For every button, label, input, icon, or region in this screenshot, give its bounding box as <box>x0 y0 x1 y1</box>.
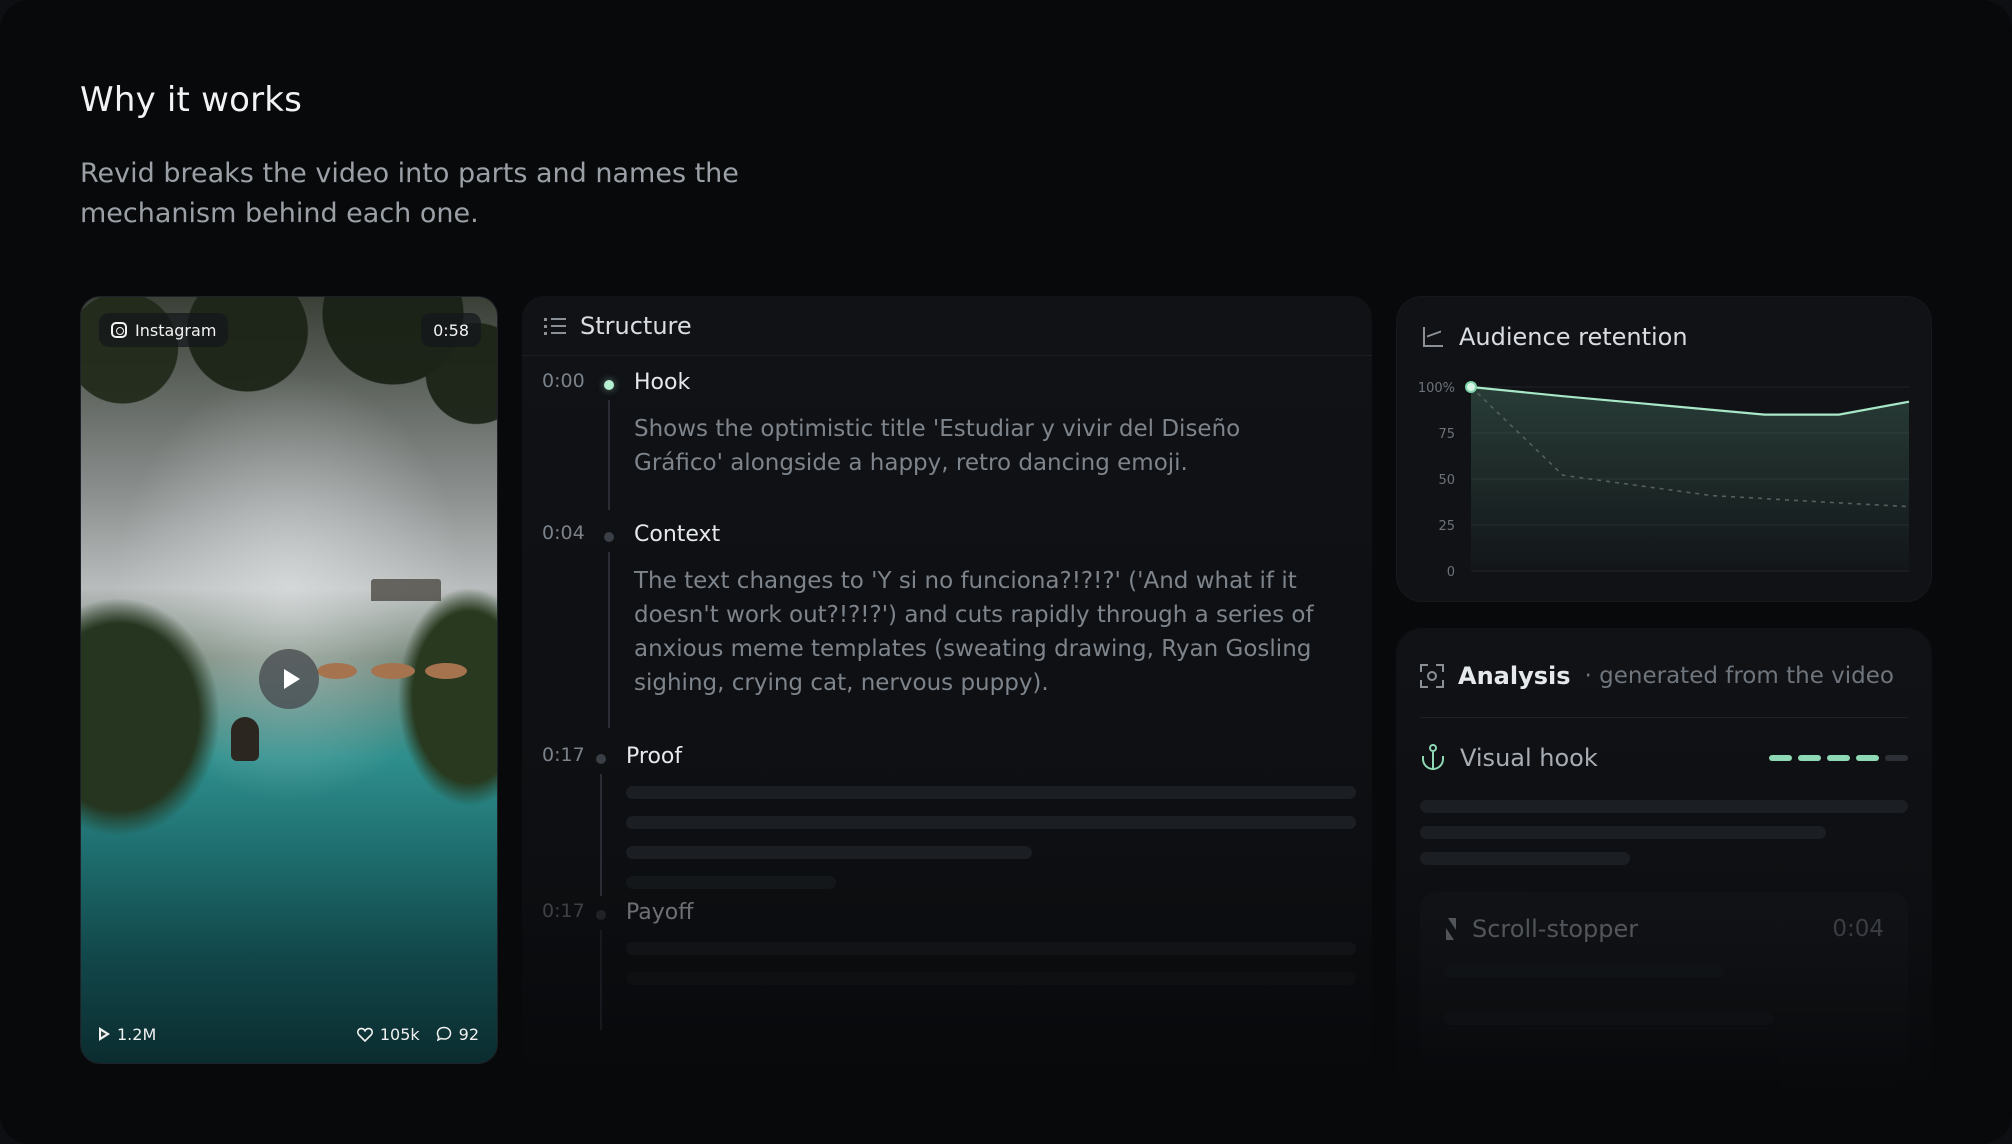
video-umbrella <box>425 663 467 679</box>
y-tick-label: 25 <box>1438 519 1455 534</box>
score-segment <box>1827 755 1850 761</box>
video-stats: 1.2M 105k 92 <box>99 1021 479 1047</box>
comments-stat: 92 <box>436 1025 479 1044</box>
score-segment <box>1856 755 1879 761</box>
skeleton-line <box>626 942 1356 955</box>
structure-panel: Structure 0:00 Hook Shows the optimistic… <box>522 296 1372 1076</box>
chart-line-icon <box>1423 327 1443 347</box>
likes-count: 105k <box>379 1024 420 1044</box>
play-outline-icon <box>99 1027 110 1041</box>
skeleton-line <box>1444 1012 1774 1025</box>
segment-description: The text changes to 'Y si no funciona?!?… <box>634 568 1314 696</box>
anchor-icon <box>1420 744 1446 772</box>
audience-retention-card: 100% 75 50 25 0 Audience retention <box>1396 296 1932 602</box>
video-umbrella <box>317 663 357 679</box>
segment-time: 0:17 <box>542 900 585 922</box>
skeleton-line <box>626 972 1356 985</box>
segment-connector <box>600 930 602 1030</box>
visual-hook-row[interactable]: Visual hook <box>1420 738 1908 778</box>
segment-description: Shows the optimistic title 'Estudiar y v… <box>634 416 1241 476</box>
segment-time: 0:17 <box>542 744 585 766</box>
segment-label: Proof <box>626 744 683 769</box>
focus-icon <box>1420 663 1444 688</box>
visual-hook-score-meter <box>1769 755 1908 761</box>
segment-time: 0:00 <box>542 370 585 392</box>
play-button[interactable] <box>259 649 319 709</box>
video-source-label: Instagram <box>135 320 217 340</box>
structure-header: Structure <box>522 296 1372 356</box>
video-swimmer <box>231 717 259 761</box>
segment-connector <box>608 552 610 728</box>
visual-hook-label: Visual hook <box>1460 744 1598 772</box>
skeleton-line <box>626 786 1356 799</box>
scroll-stopper-label: Scroll-stopper <box>1472 915 1639 943</box>
views-count: 1.2M <box>117 1024 157 1044</box>
segment-connector <box>600 774 602 896</box>
likes-stat: 105k <box>356 1024 420 1044</box>
segment-dot <box>596 754 606 764</box>
views-stat: 1.2M <box>99 1025 156 1044</box>
video-duration: 0:58 <box>433 320 469 340</box>
comment-icon <box>436 1026 451 1042</box>
skeleton-line <box>626 876 836 889</box>
list-icon <box>544 315 566 337</box>
scroll-stopper-card[interactable]: Scroll-stopper 0:04 <box>1420 892 1908 1088</box>
y-tick-label: 50 <box>1438 473 1455 488</box>
segment-time: 0:04 <box>542 522 585 544</box>
segment-label: Payoff <box>626 900 694 925</box>
skeleton-line <box>1420 852 1630 865</box>
y-tick-label: 75 <box>1438 427 1455 442</box>
y-tick-label: 100% <box>1418 381 1455 396</box>
structure-title: Structure <box>580 311 692 340</box>
skeleton-line <box>1444 964 1724 977</box>
skeleton-line <box>626 846 1032 859</box>
score-segment <box>1885 755 1908 761</box>
segment-dot <box>604 532 614 542</box>
video-card[interactable]: Instagram 0:58 1.2M 105k 92 <box>80 296 498 1064</box>
why-it-works-section: Why it works Revid breaks the video into… <box>0 0 2012 1144</box>
retention-header: Audience retention <box>1423 323 1688 351</box>
video-source-badge: Instagram <box>99 313 229 347</box>
y-tick-label: 0 <box>1447 565 1455 580</box>
page-title: Why it works <box>80 80 303 120</box>
video-duration-badge: 0:58 <box>421 313 481 347</box>
instagram-icon <box>111 322 127 338</box>
analysis-title: Analysis <box>1458 661 1571 690</box>
page-subtitle: Revid breaks the video into parts and na… <box>80 158 739 229</box>
bolt-icon <box>1444 918 1458 940</box>
video-bush-left <box>81 597 221 837</box>
video-pier <box>371 579 441 601</box>
score-segment <box>1769 755 1792 761</box>
video-bush-right <box>397 587 497 807</box>
video-umbrella <box>371 663 415 679</box>
retention-start-point <box>1465 381 1477 393</box>
comments-count: 92 <box>458 1024 479 1044</box>
segment-connector <box>608 400 610 510</box>
analysis-subtitle: · generated from the video <box>1584 662 1894 689</box>
heart-icon <box>356 1027 373 1042</box>
score-segment <box>1798 755 1821 761</box>
skeleton-line <box>1420 826 1826 839</box>
segment-label: Context <box>634 522 721 547</box>
analysis-header: Analysis · generated from the video <box>1420 654 1908 718</box>
skeleton-line <box>1420 800 1908 813</box>
segment-label: Hook <box>634 370 691 395</box>
analysis-card: Analysis · generated from the video Visu… <box>1396 628 1932 1088</box>
segment-dot <box>596 910 606 920</box>
skeleton-line <box>626 816 1356 829</box>
scroll-stopper-time: 0:04 <box>1832 916 1884 942</box>
retention-title: Audience retention <box>1459 323 1688 351</box>
segment-dot-active <box>604 380 614 390</box>
